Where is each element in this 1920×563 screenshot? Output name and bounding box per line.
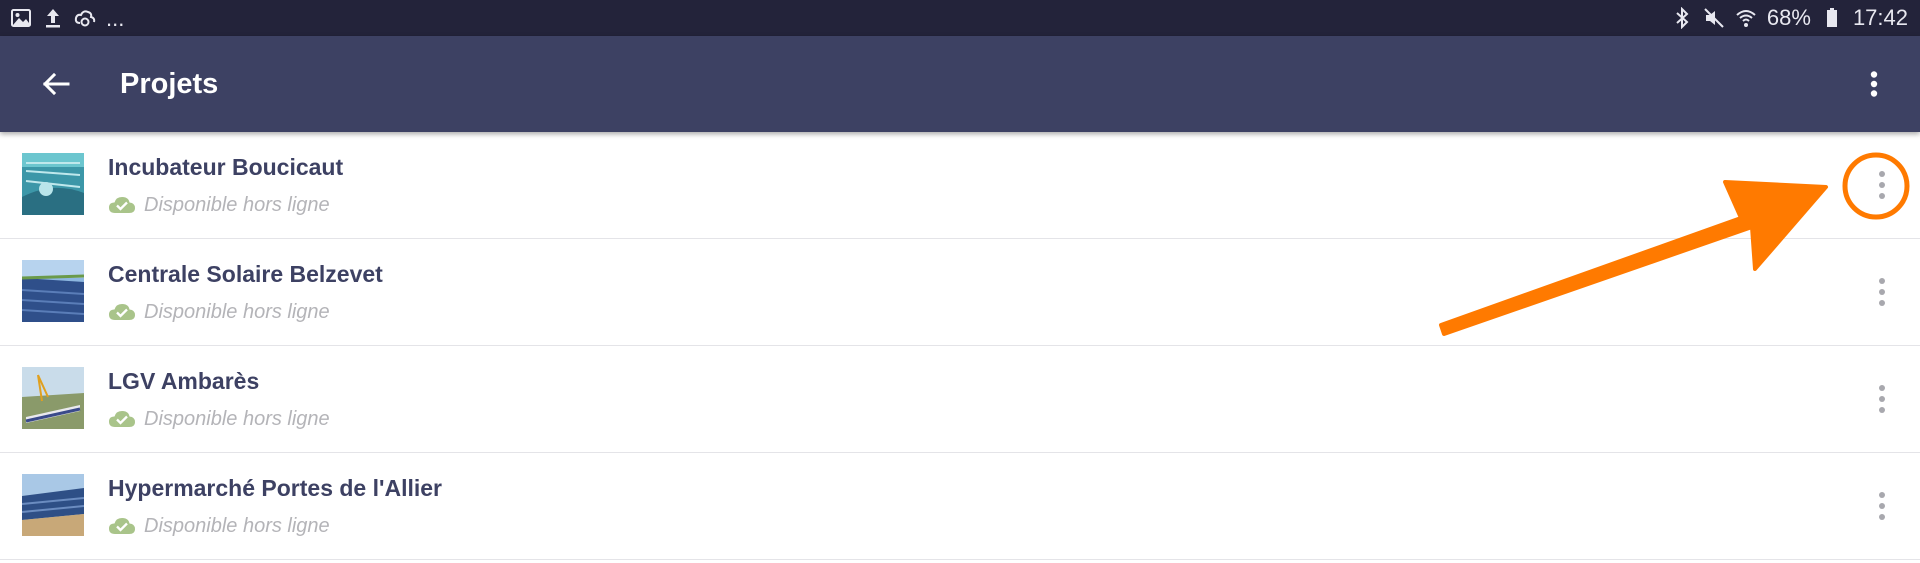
offline-status-text: Disponible hors ligne bbox=[144, 301, 330, 323]
project-row[interactable]: Centrale Solaire Belzevet Disponible hor… bbox=[0, 239, 1920, 346]
project-menu-button[interactable] bbox=[1868, 159, 1896, 211]
project-row[interactable]: Incubateur Boucicaut Disponible hors lig… bbox=[0, 132, 1920, 239]
project-row[interactable]: LGV Ambarès Disponible hors ligne bbox=[0, 346, 1920, 453]
mute-icon bbox=[1703, 7, 1725, 29]
project-thumbnail bbox=[22, 367, 84, 429]
system-icons: 68% 17:42 bbox=[1671, 4, 1908, 32]
arrow-left-icon bbox=[42, 72, 70, 96]
cloud-check-icon bbox=[109, 197, 135, 213]
project-row[interactable]: Hypermarché Portes de l'Allier Disponibl… bbox=[0, 453, 1920, 560]
cloud-check-icon bbox=[109, 411, 135, 427]
project-list: Incubateur Boucicaut Disponible hors lig… bbox=[0, 132, 1920, 560]
app-bar: Projets bbox=[0, 36, 1920, 132]
offline-status: Disponible hors ligne bbox=[108, 192, 330, 218]
project-menu-button[interactable] bbox=[1868, 266, 1896, 318]
sync-cloud-icon bbox=[74, 7, 96, 29]
project-thumbnail bbox=[22, 260, 84, 322]
offline-status-text: Disponible hors ligne bbox=[144, 515, 330, 537]
project-menu-button[interactable] bbox=[1868, 373, 1896, 425]
battery-percent: 68% bbox=[1766, 5, 1811, 30]
battery-icon bbox=[1821, 7, 1843, 29]
wifi-icon bbox=[1735, 7, 1757, 29]
project-name: Hypermarché Portes de l'Allier bbox=[108, 475, 442, 501]
status-bar: ... 68% 17:42 bbox=[0, 0, 1920, 36]
upload-icon bbox=[42, 7, 64, 29]
more-vert-icon bbox=[1870, 71, 1878, 97]
bluetooth-icon bbox=[1671, 7, 1693, 29]
project-menu-button[interactable] bbox=[1868, 480, 1896, 532]
offline-status: Disponible hors ligne bbox=[108, 299, 330, 325]
gallery-icon bbox=[10, 7, 32, 29]
offline-status: Disponible hors ligne bbox=[108, 513, 330, 539]
clock: 17:42 bbox=[1852, 5, 1908, 30]
offline-status-text: Disponible hors ligne bbox=[144, 194, 330, 216]
project-name: LGV Ambarès bbox=[108, 368, 260, 394]
notification-icons: ... bbox=[10, 6, 124, 30]
project-name: Centrale Solaire Belzevet bbox=[108, 261, 383, 287]
offline-status-text: Disponible hors ligne bbox=[144, 408, 330, 430]
cloud-check-icon bbox=[109, 518, 135, 534]
project-name: Incubateur Boucicaut bbox=[108, 154, 344, 180]
cloud-check-icon bbox=[109, 304, 135, 320]
page-title: Projets bbox=[120, 68, 219, 100]
project-thumbnail bbox=[22, 474, 84, 536]
project-thumbnail bbox=[22, 153, 84, 215]
back-button[interactable] bbox=[34, 62, 78, 106]
offline-status: Disponible hors ligne bbox=[108, 406, 330, 432]
app-menu-button[interactable] bbox=[1854, 60, 1894, 108]
more-notifications: ... bbox=[106, 6, 125, 31]
